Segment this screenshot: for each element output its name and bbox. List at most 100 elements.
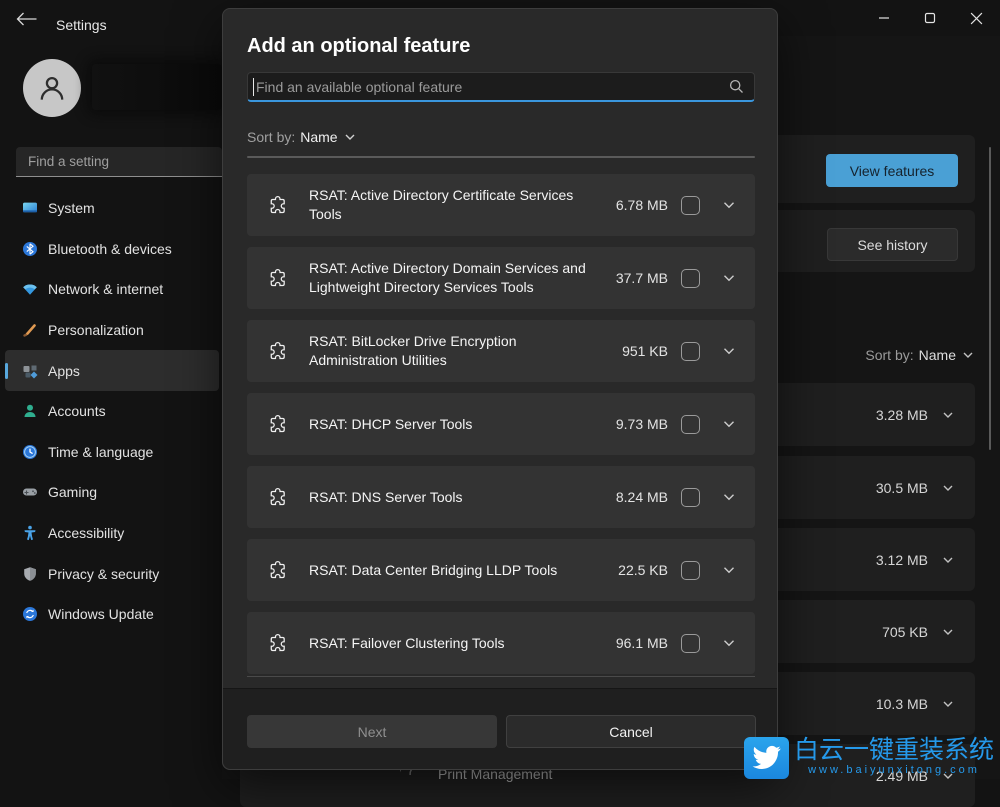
sidebar-item-gaming[interactable]: Gaming <box>5 472 219 513</box>
feature-size: 705 KB <box>882 624 928 640</box>
scrollbar[interactable] <box>989 147 991 450</box>
sidebar-item-label: Windows Update <box>48 606 154 622</box>
apps-icon <box>22 363 38 379</box>
chevron-down-icon[interactable] <box>722 636 736 650</box>
feature-size: 3.12 MB <box>876 552 928 568</box>
feature-row: RSAT: Data Center Bridging LLDP Tools22.… <box>247 539 755 601</box>
avatar[interactable] <box>23 59 81 117</box>
feature-row: RSAT: Failover Clustering Tools 96.1 MB <box>247 612 755 674</box>
chevron-down-icon[interactable] <box>722 417 736 431</box>
windows-update-icon <box>22 606 38 622</box>
watermark-url: www.baiyunxitong.com <box>808 764 980 776</box>
see-history-button[interactable]: See history <box>827 228 958 261</box>
feature-puzzle-icon <box>268 341 288 361</box>
view-features-button[interactable]: View features <box>826 154 958 187</box>
chevron-down-icon[interactable] <box>941 553 955 567</box>
dialog-footer: Next Cancel <box>223 688 777 769</box>
feature-puzzle-icon <box>268 195 288 215</box>
chevron-down-icon <box>961 348 975 362</box>
feature-name: RSAT: Active Directory Domain Services a… <box>309 259 591 297</box>
feature-size: 9.73 MB <box>616 416 668 432</box>
sidebar-item-label: Gaming <box>48 484 97 500</box>
feature-name: RSAT: Failover Clustering Tools <box>309 634 591 653</box>
minimize-button[interactable] <box>861 0 907 36</box>
feature-name: RSAT: DHCP Server Tools <box>309 415 591 434</box>
feature-checkbox[interactable] <box>681 196 700 215</box>
sidebar-item-label: Personalization <box>48 322 144 338</box>
close-button[interactable] <box>953 0 999 36</box>
sidebar-item-label: System <box>48 200 95 216</box>
sidebar-item-system[interactable]: System <box>5 188 219 229</box>
selected-indicator <box>5 363 8 379</box>
sidebar-item-windows-update[interactable]: Windows Update <box>5 594 219 635</box>
feature-size: 3.28 MB <box>876 407 928 423</box>
chevron-down-icon[interactable] <box>941 408 955 422</box>
feature-size: 951 KB <box>622 343 668 359</box>
sidebar-item-accessibility[interactable]: Accessibility <box>5 513 219 554</box>
sort-by-value: Name <box>919 347 956 363</box>
sidebar-item-privacy-security[interactable]: Privacy & security <box>5 553 219 594</box>
sidebar-item-label: Network & internet <box>48 281 163 297</box>
back-icon[interactable] <box>16 12 38 26</box>
feature-row: RSAT: Active Directory Certificate Servi… <box>247 174 755 236</box>
accounts-icon <box>22 403 38 419</box>
search-placeholder: Find an available optional feature <box>256 79 729 95</box>
chevron-down-icon[interactable] <box>941 481 955 495</box>
feature-checkbox[interactable] <box>681 269 700 288</box>
app-title: Settings <box>56 17 107 33</box>
sidebar-item-label: Accessibility <box>48 525 124 541</box>
feature-name: RSAT: Active Directory Certificate Servi… <box>309 186 591 224</box>
feature-puzzle-icon <box>268 487 288 507</box>
sidebar-nav: System Bluetooth & devices Network & inter… <box>5 188 219 635</box>
feature-checkbox[interactable] <box>681 415 700 434</box>
feature-size: 96.1 MB <box>616 635 668 651</box>
find-a-setting-input[interactable]: Find a setting <box>16 147 222 177</box>
chevron-down-icon[interactable] <box>941 697 955 711</box>
sidebar-item-apps[interactable]: Apps <box>5 350 219 391</box>
feature-name: RSAT: DNS Server Tools <box>309 488 591 507</box>
text-caret <box>253 78 254 96</box>
feature-search-input[interactable]: Find an available optional feature <box>247 72 755 102</box>
chevron-down-icon[interactable] <box>722 344 736 358</box>
feature-puzzle-icon <box>268 268 288 288</box>
time-language-icon <box>22 444 38 460</box>
sidebar-item-label: Time & language <box>48 444 153 460</box>
feature-size: 6.78 MB <box>616 197 668 213</box>
user-name-redacted <box>92 64 222 110</box>
feature-row: RSAT: DNS Server Tools8.24 MB <box>247 466 755 528</box>
dialog-sort-by[interactable]: Sort by: Name <box>247 129 357 145</box>
sidebar-item-label: Apps <box>48 363 80 379</box>
cancel-button[interactable]: Cancel <box>506 715 756 748</box>
sidebar-item-label: Privacy & security <box>48 566 159 582</box>
feature-list: RSAT: Active Directory Certificate Servi… <box>247 174 755 685</box>
feature-puzzle-icon <box>268 560 288 580</box>
feature-checkbox[interactable] <box>681 488 700 507</box>
sort-by-label: Sort by: <box>865 347 913 363</box>
chevron-down-icon[interactable] <box>722 271 736 285</box>
network-icon <box>22 281 38 297</box>
chevron-down-icon[interactable] <box>941 625 955 639</box>
background-sort-by[interactable]: Sort by: Name <box>865 347 975 363</box>
feature-checkbox[interactable] <box>681 561 700 580</box>
dialog-title: Add an optional feature <box>247 35 470 58</box>
personalization-icon <box>22 322 38 338</box>
next-button[interactable]: Next <box>247 715 497 748</box>
divider <box>247 156 755 158</box>
chevron-down-icon <box>343 130 357 144</box>
feature-checkbox[interactable] <box>681 634 700 653</box>
feature-size: 10.3 MB <box>876 696 928 712</box>
sidebar-item-bluetooth-devices[interactable]: Bluetooth & devices <box>5 229 219 270</box>
sidebar-item-time-language[interactable]: Time & language <box>5 432 219 473</box>
feature-size: 30.5 MB <box>876 480 928 496</box>
chevron-down-icon[interactable] <box>722 198 736 212</box>
sidebar-item-personalization[interactable]: Personalization <box>5 310 219 351</box>
maximize-button[interactable] <box>907 0 953 36</box>
feature-checkbox[interactable] <box>681 342 700 361</box>
add-optional-feature-dialog: Add an optional feature Find an availabl… <box>222 8 778 770</box>
person-icon <box>35 71 69 105</box>
chevron-down-icon[interactable] <box>722 563 736 577</box>
sidebar-item-network-internet[interactable]: Network & internet <box>5 269 219 310</box>
watermark-brand: 白云一键重装系统 <box>794 737 994 764</box>
sidebar-item-accounts[interactable]: Accounts <box>5 391 219 432</box>
chevron-down-icon[interactable] <box>722 490 736 504</box>
